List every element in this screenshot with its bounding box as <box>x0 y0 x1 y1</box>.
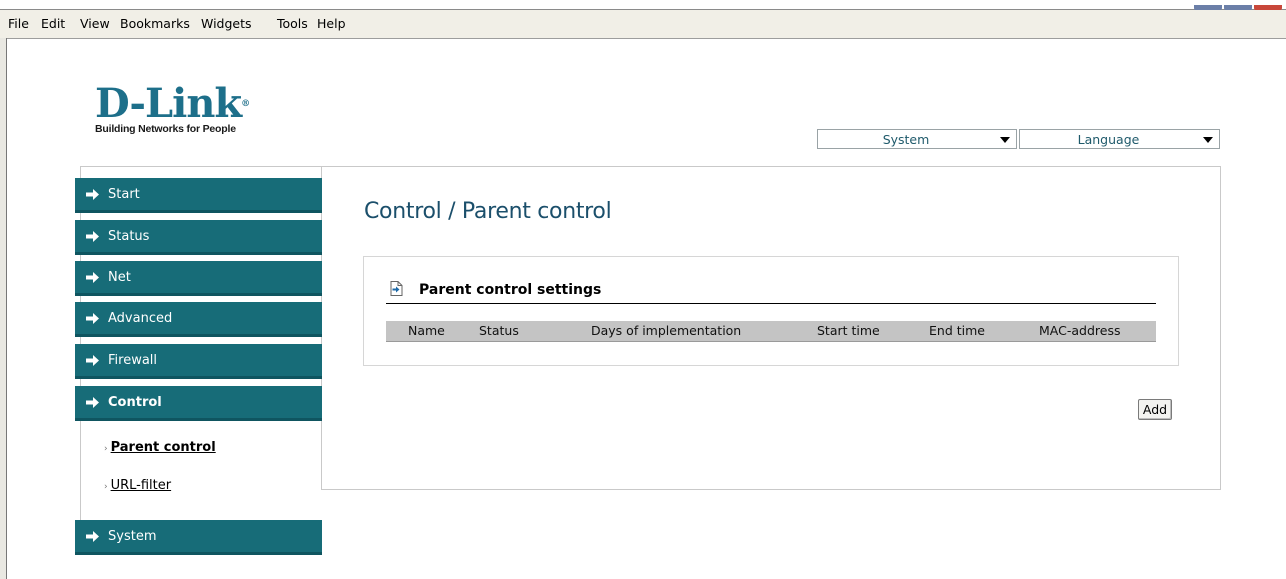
sidebar-item-advanced[interactable]: Advanced <box>75 302 322 337</box>
sidebar-item-label: Control <box>108 395 162 410</box>
arrow-right-icon <box>86 231 99 242</box>
sidebar-item-label: Start <box>108 187 140 202</box>
menu-help[interactable]: Help <box>317 16 346 31</box>
subnav-item-label: Parent control <box>110 440 216 455</box>
sidebar-item-control[interactable]: Control <box>75 386 322 421</box>
document-arrow-icon <box>390 281 403 296</box>
add-button[interactable]: Add <box>1138 399 1172 420</box>
arrow-right-icon <box>86 531 99 542</box>
menu-widgets[interactable]: Widgets <box>201 16 252 31</box>
logo-brand: D-Link® <box>95 80 250 127</box>
subnav-item-url-filter[interactable]: › URL-filter <box>104 478 171 493</box>
column-header-name: Name <box>408 323 445 338</box>
column-header-mac: MAC-address <box>1039 323 1121 338</box>
column-header-start-time: Start time <box>817 323 880 338</box>
window-left-border <box>0 38 7 579</box>
logo-registered-mark: ® <box>241 99 250 109</box>
sidebar-item-firewall[interactable]: Firewall <box>75 344 322 379</box>
system-select-value: System <box>882 132 930 147</box>
logo-tagline: Building Networks for People <box>95 123 236 135</box>
menu-file[interactable]: File <box>8 16 29 31</box>
menu-bookmarks[interactable]: Bookmarks <box>120 16 190 31</box>
menu-bar: File Edit View Bookmarks Widgets Tools H… <box>0 10 1286 39</box>
chevron-down-icon[interactable] <box>1203 137 1213 143</box>
arrow-right-icon <box>86 355 99 366</box>
chevron-down-icon[interactable] <box>1000 137 1010 143</box>
column-header-days: Days of implementation <box>591 323 742 338</box>
menu-edit[interactable]: Edit <box>41 16 65 31</box>
arrow-right-icon <box>86 397 99 408</box>
menu-tools[interactable]: Tools <box>277 16 308 31</box>
arrow-right-icon <box>86 313 99 324</box>
sidebar-item-label: Advanced <box>108 311 173 326</box>
subnav-item-label: URL-filter <box>110 478 172 493</box>
arrow-right-icon <box>86 189 99 200</box>
panel-header: Parent control settings <box>386 279 1156 304</box>
window-top-border <box>0 0 1286 10</box>
language-select[interactable]: Language <box>1019 129 1220 149</box>
sidebar-item-label: System <box>108 529 157 544</box>
window-controls <box>1192 0 1284 11</box>
bullet-icon: › <box>104 444 108 454</box>
system-select[interactable]: System <box>817 129 1017 149</box>
dlink-logo: D-Link® Building Networks for People <box>95 80 250 136</box>
page-title: Control / Parent control <box>364 199 612 224</box>
subnav-item-parent-control[interactable]: › Parent control <box>104 440 216 455</box>
sidebar-item-label: Firewall <box>108 353 158 368</box>
menu-view[interactable]: View <box>80 16 110 31</box>
sidebar-item-system[interactable]: System <box>75 520 322 555</box>
sidebar-item-start[interactable]: Start <box>75 178 322 213</box>
sidebar-item-label: Net <box>108 270 131 285</box>
arrow-right-icon <box>86 272 99 283</box>
column-header-end-time: End time <box>929 323 985 338</box>
table-header: Name Status Days of implementation Start… <box>386 321 1156 342</box>
panel-title: Parent control settings <box>419 282 602 298</box>
language-select-value: Language <box>1077 132 1140 147</box>
parent-control-panel <box>363 256 1179 366</box>
sidebar-item-label: Status <box>108 229 150 244</box>
sidebar-item-status[interactable]: Status <box>75 220 322 255</box>
sidebar-item-net[interactable]: Net <box>75 261 322 296</box>
column-header-status: Status <box>479 323 519 338</box>
bullet-icon: › <box>104 482 108 492</box>
